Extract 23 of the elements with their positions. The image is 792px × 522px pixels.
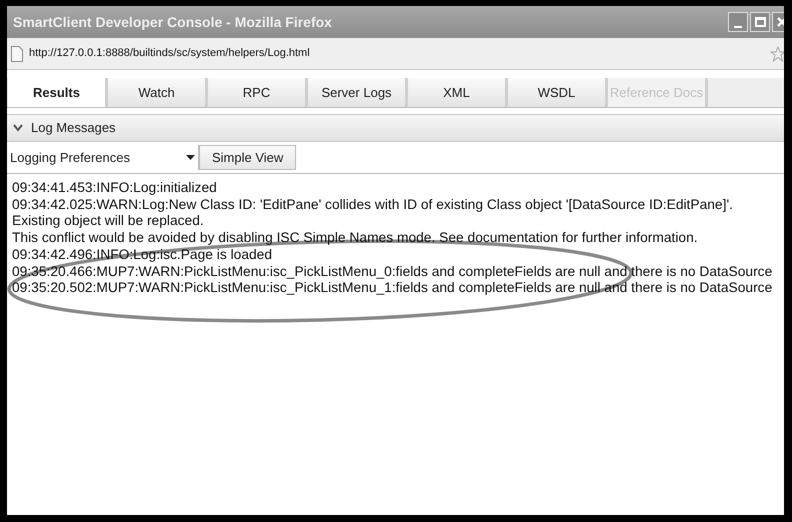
tab[interactable]: WSDL xyxy=(508,78,608,107)
section-header[interactable]: Log Messages xyxy=(7,114,784,142)
tab[interactable]: XML xyxy=(408,78,508,107)
log-line: This conflict would be avoided by disabling ISC Simple Names mode. See documentation for further information. xyxy=(12,230,698,247)
log-line: Existing object will be replaced. xyxy=(12,213,204,230)
tab[interactable]: Watch xyxy=(108,78,208,107)
tab[interactable]: Results xyxy=(8,78,108,107)
caret-icon xyxy=(186,155,195,160)
tab[interactable]: Server Logs xyxy=(308,78,408,107)
minimize-button[interactable] xyxy=(728,12,748,32)
maximize-button[interactable] xyxy=(750,12,770,32)
page-icon xyxy=(11,46,23,62)
tab[interactable]: RPC xyxy=(208,78,308,107)
log-line: 09:35:20.466:MUP7:WARN:PickListMenu:isc_PickListMenu_0:fields and completeFields are null and there is no DataSource xyxy=(12,264,772,280)
star-icon[interactable] xyxy=(770,46,784,62)
log-line: 09:34:41.453:INFO:Log:initialized xyxy=(12,180,217,197)
log-line: 09:34:42.496:INFO:Log:isc.Page is loaded xyxy=(12,246,272,264)
section-title: Log Messages xyxy=(31,119,116,138)
url-text[interactable]: http://127.0.0.1:8888/builtinds/sc/system/helpers/Log.html xyxy=(29,45,310,62)
log-line: 09:34:42.025:WARN:Log:New Class ID: 'EditPane' collides with ID of existing Class object '[DataSource ID:EditPane]'. xyxy=(12,196,733,214)
log-line: 09:35:20.502:MUP7:WARN:PickListMenu:isc_PickListMenu_1:fields and completeFields are null and there is no DataSource xyxy=(12,280,772,297)
simple-view-button[interactable]: Simple View xyxy=(199,145,296,170)
window-title: SmartClient Developer Console - Mozilla Firefox xyxy=(13,12,332,32)
